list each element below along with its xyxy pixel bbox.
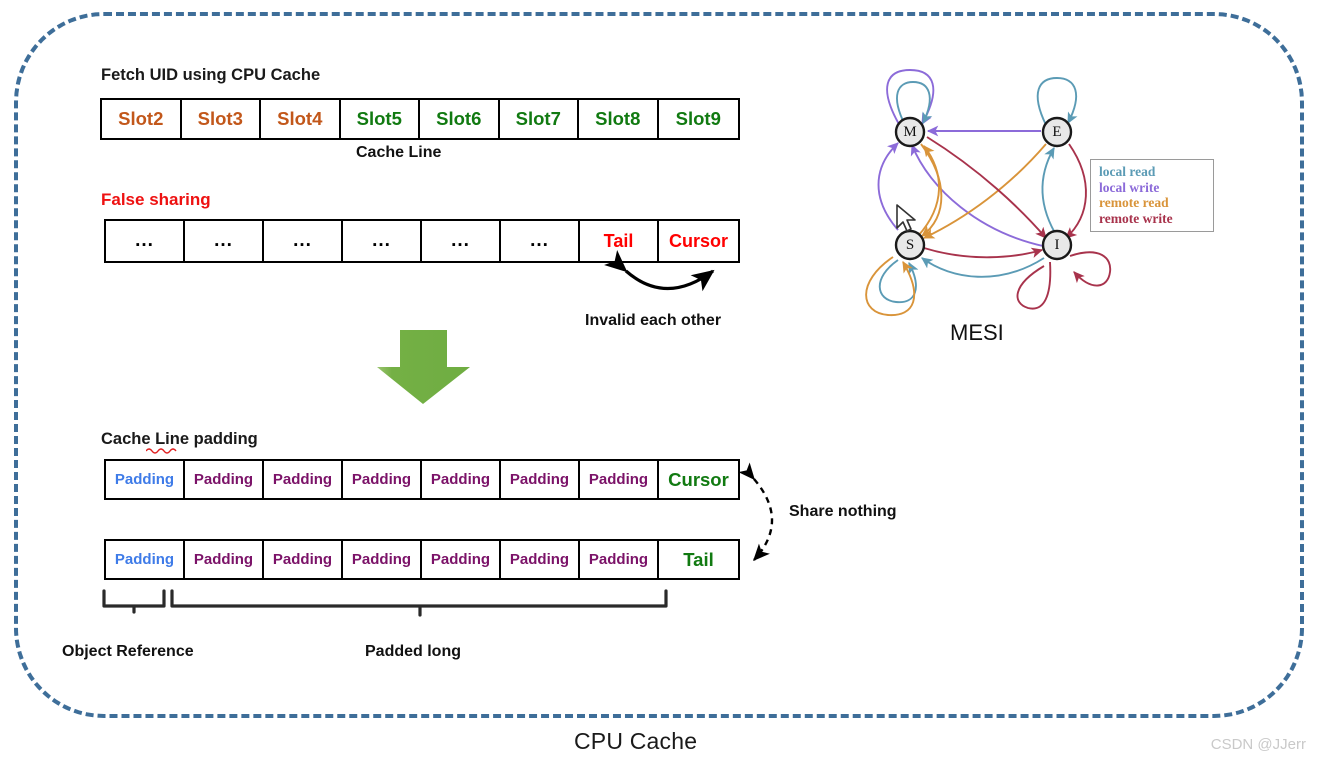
- padding-cell: Padding: [185, 541, 264, 578]
- frame-title: CPU Cache: [574, 728, 698, 754]
- mesi-legend-local-read: local read: [1099, 164, 1156, 179]
- padding-cell-cursor: Cursor: [668, 468, 729, 490]
- false-sharing-cell: ...: [106, 221, 185, 261]
- padding-row-tail: Padding Padding Padding Padding Padding …: [104, 539, 740, 580]
- slot-cell: Slot2: [102, 100, 182, 138]
- false-sharing-cell: ...: [501, 221, 580, 261]
- mesi-title: MESI: [950, 320, 1004, 345]
- slot-cell: Slot4: [261, 100, 341, 138]
- fetch-uid-label: Fetch UID using CPU Cache: [101, 66, 321, 84]
- padding-cell: Padding: [501, 461, 580, 498]
- cache-line-caption: Cache Line: [356, 144, 442, 161]
- mesi-node-label-s: S: [905, 237, 915, 253]
- mesi-legend: local read local write remote read remot…: [1090, 159, 1214, 232]
- padding-cell: Padding: [422, 541, 501, 578]
- invalid-each-other-label: Invalid each other: [585, 312, 722, 329]
- object-reference-label: Object Reference: [62, 643, 194, 660]
- padding-cell: Padding: [185, 461, 264, 498]
- padding-cell: Padding: [106, 461, 185, 498]
- false-sharing-cell-tail: Tail: [580, 221, 659, 261]
- false-sharing-label: False sharing: [101, 190, 211, 209]
- padding-cell: Padding: [343, 541, 422, 578]
- watermark: CSDN @JJerr: [1210, 736, 1306, 753]
- false-sharing-cell: ...: [264, 221, 343, 261]
- padding-cell: Padding: [343, 461, 422, 498]
- slot-cell: Slot3: [182, 100, 261, 138]
- false-sharing-cell: ...: [185, 221, 264, 261]
- padding-cell-tail: Tail: [683, 548, 714, 570]
- padding-cell: Padding: [264, 541, 343, 578]
- padding-cell: Padding: [501, 541, 580, 578]
- slot-cell: Slot6: [420, 100, 500, 138]
- mesi-node-label-m: M: [903, 124, 917, 140]
- false-sharing-cell: ...: [343, 221, 422, 261]
- mesi-legend-local-write: local write: [1099, 179, 1160, 195]
- padding-cell: Padding: [580, 541, 659, 578]
- padding-cell: Padding: [580, 461, 659, 498]
- false-sharing-cell-cursor: Cursor: [668, 230, 728, 251]
- padded-long-label: Padded long: [365, 643, 461, 660]
- mesi-legend-remote-write: remote write: [1099, 210, 1173, 226]
- slot-cell: Slot8: [579, 100, 659, 138]
- padding-cell: Padding: [422, 461, 501, 498]
- padding-cell: Padding: [106, 541, 185, 578]
- slot-cell: Slot7: [500, 100, 579, 138]
- slot-cell: Slot9: [675, 108, 721, 129]
- false-sharing-cell: ...: [422, 221, 501, 261]
- mesi-node-label-e: E: [1052, 124, 1062, 140]
- slot-cell: Slot5: [341, 100, 420, 138]
- cache-line-slot-row: Slot2 Slot3 Slot4 Slot5 Slot6 Slot7 Slot…: [100, 98, 740, 140]
- padding-row-cursor: Padding Padding Padding Padding Padding …: [104, 459, 740, 500]
- false-sharing-row: ... ... ... ... ... ... Tail Cursor: [104, 219, 740, 263]
- share-nothing-label: Share nothing: [789, 503, 897, 520]
- mesi-node-label-i: I: [1054, 237, 1060, 253]
- mesi-legend-remote-read: remote read: [1099, 195, 1169, 210]
- padding-cell: Padding: [264, 461, 343, 498]
- spellcheck-squiggle-icon: [146, 448, 177, 454]
